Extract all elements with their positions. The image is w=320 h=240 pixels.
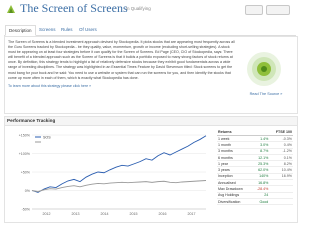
- header: The Screen of Screens in Qualifying: [0, 0, 300, 18]
- y-tick-label: +150%: [19, 133, 31, 137]
- y-tick-label: +100%: [19, 152, 31, 156]
- tab-of-users[interactable]: Of Users: [76, 25, 100, 34]
- x-tick-label: 2013: [72, 212, 80, 216]
- page: The Screen of Screens in Qualifying Desc…: [0, 0, 300, 223]
- x-tick-label: 2014: [101, 212, 109, 216]
- source-image[interactable]: [245, 49, 283, 89]
- description-text: The Screen of Screens is a blended inves…: [8, 40, 236, 92]
- header-button-1[interactable]: [245, 5, 263, 15]
- description-paragraph: The Screen of Screens is a blended inves…: [8, 40, 235, 80]
- x-tick-label: 2016: [159, 212, 167, 216]
- header-button-2[interactable]: [266, 5, 290, 15]
- tab-rules[interactable]: Rules: [58, 25, 76, 34]
- description-panel: The Screen of Screens is a blended inves…: [4, 36, 298, 114]
- tab-bar: Description Screens Rules Of Users: [4, 23, 296, 36]
- performance-panel: Performance Tracking +150% +100% +50% 0% -50…: [4, 116, 298, 223]
- page-title: The Screen of Screens: [20, 1, 128, 15]
- returns-table: Returns FTSE 100 1 week 1.4% -0.3% 1 month 3…: [217, 129, 293, 206]
- y-tick-label: 0%: [25, 189, 31, 193]
- performance-chart: +150% +100% +50% 0% -50% 2012 2013 2014 2015 2016…: [19, 133, 207, 216]
- table-row: Diversification Good: [217, 198, 293, 206]
- series-line-1: [31, 135, 207, 193]
- x-tick-label: 2017: [188, 212, 196, 216]
- row-strategy-value: Good: [251, 198, 270, 206]
- y-tick-label: +50%: [21, 170, 31, 174]
- row-index-value: [269, 198, 293, 206]
- learn-more-link[interactable]: To learn more about this strategy please…: [8, 84, 91, 88]
- x-tick-label: 2012: [43, 212, 51, 216]
- read-source-link[interactable]: Read The Source »: [245, 92, 287, 96]
- y-tick-label: -50%: [22, 207, 31, 211]
- performance-title: Performance Tracking: [7, 118, 56, 123]
- x-tick-label: 2015: [130, 212, 138, 216]
- row-label: Diversification: [217, 198, 252, 206]
- tab-description[interactable]: Description: [5, 25, 36, 36]
- page-subtitle: in Qualifying: [126, 6, 151, 11]
- legend-label: SOS: [43, 135, 51, 139]
- tab-screens[interactable]: Screens: [36, 25, 59, 34]
- logo-icon: [7, 5, 15, 13]
